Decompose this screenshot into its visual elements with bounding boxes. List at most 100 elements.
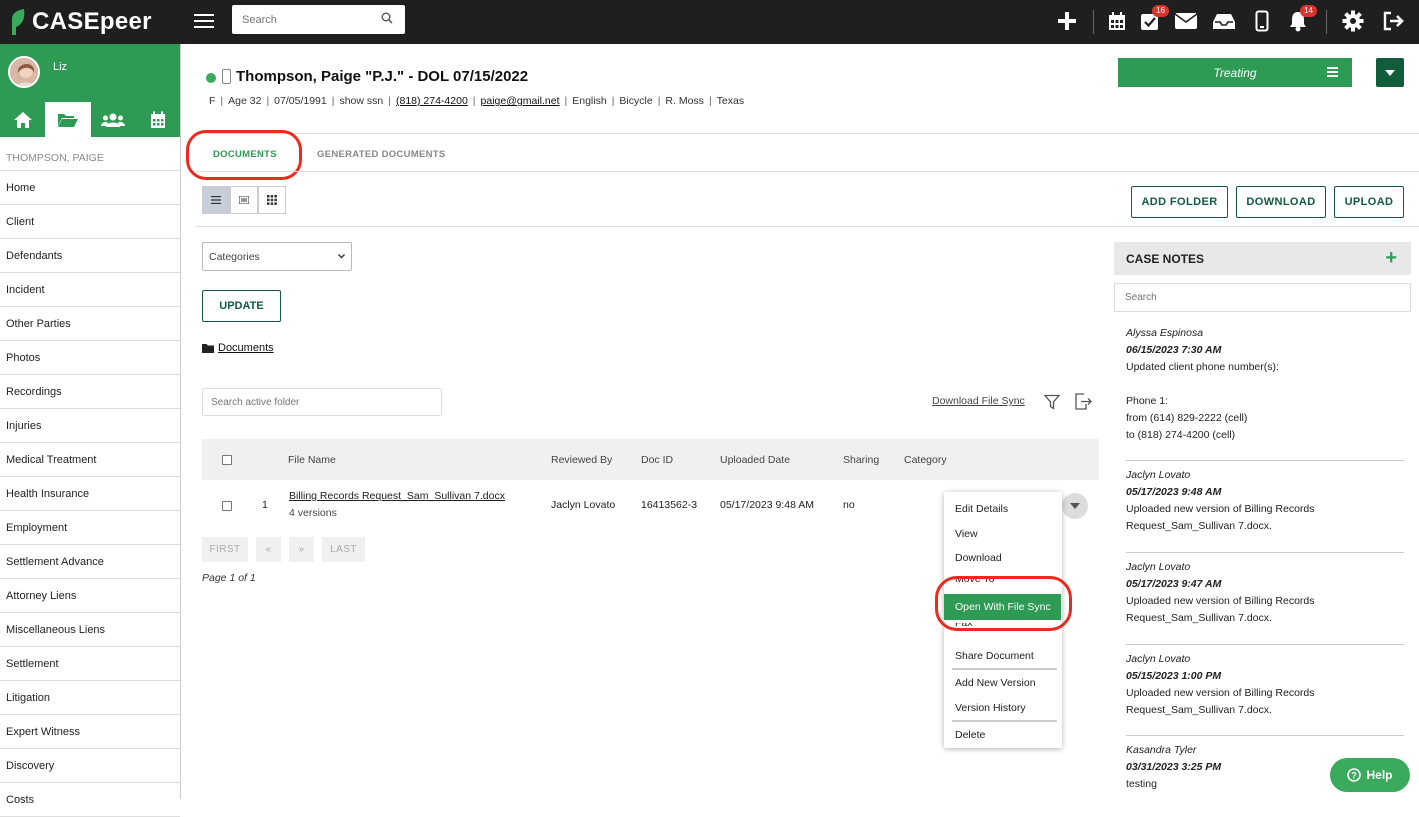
select-all-checkbox[interactable] (222, 455, 232, 465)
upload-button[interactable]: UPLOAD (1334, 186, 1404, 218)
global-search-input[interactable] (232, 5, 405, 34)
mail-icon[interactable] (1173, 8, 1199, 34)
user-name: Liz (53, 61, 68, 73)
sidebar-item-costs[interactable]: Costs (0, 783, 180, 817)
show-ssn-link[interactable]: show ssn (339, 95, 383, 107)
sidebar-tab-home[interactable] (0, 102, 45, 137)
sidebar-item-injuries[interactable]: Injuries (0, 409, 180, 443)
sidebar-item-employment[interactable]: Employment (0, 511, 180, 545)
sidebar-item-attorney-liens[interactable]: Attorney Liens (0, 579, 180, 613)
mobile-phone-icon[interactable] (1249, 8, 1275, 34)
column-header-doc-id[interactable]: Doc ID (641, 454, 673, 466)
menu-hamburger-icon[interactable] (194, 11, 214, 31)
menu-item-download[interactable]: Download (955, 552, 1002, 564)
note-text-line: Updated client phone number(s): (1126, 361, 1279, 373)
prev-page-button[interactable]: « (256, 537, 281, 562)
categories-select[interactable]: Categories (202, 242, 352, 271)
note-author: Jaclyn Lovato (1126, 653, 1191, 665)
case-notes-header: CASE NOTES + (1114, 242, 1411, 275)
tab-generated-documents[interactable]: GENERATED DOCUMENTS (317, 149, 446, 160)
note-date: 05/17/2023 9:47 AM (1126, 578, 1222, 590)
sidebar-item-recordings[interactable]: Recordings (0, 375, 180, 409)
logo-text: CASEpeer (32, 8, 152, 35)
divider (196, 133, 1419, 134)
logout-icon[interactable] (1381, 8, 1407, 34)
last-page-button[interactable]: LAST (322, 537, 365, 562)
add-icon[interactable] (1054, 8, 1080, 34)
next-page-button[interactable]: » (289, 537, 314, 562)
sidebar-item-home[interactable]: Home (0, 171, 180, 205)
sidebar-item-health-insurance[interactable]: Health Insurance (0, 477, 180, 511)
export-icon[interactable] (1074, 393, 1092, 410)
notes-search-input[interactable] (1114, 283, 1411, 312)
detail-view-button[interactable] (230, 186, 258, 214)
menu-item-view[interactable]: View (955, 528, 978, 540)
sidebar-item-incident[interactable]: Incident (0, 273, 180, 307)
case-status-label: Treating (1213, 65, 1257, 80)
meta-separator: | (657, 95, 661, 107)
note-author: Alyssa Espinosa (1126, 327, 1204, 339)
menu-item-delete[interactable]: Delete (955, 729, 985, 741)
avatar[interactable] (8, 56, 40, 88)
column-header-sharing[interactable]: Sharing (843, 454, 879, 466)
sidebar-item-expert-witness[interactable]: Expert Witness (0, 715, 180, 749)
first-page-button[interactable]: FIRST (202, 537, 248, 562)
update-button[interactable]: UPDATE (202, 290, 281, 322)
column-header-uploaded-date[interactable]: Uploaded Date (720, 454, 790, 466)
menu-item-edit-details[interactable]: Edit Details (955, 503, 1008, 515)
row-checkbox[interactable] (222, 501, 232, 511)
divider (196, 226, 1419, 227)
sidebar-item-photos[interactable]: Photos (0, 341, 180, 375)
download-button[interactable]: DOWNLOAD (1236, 186, 1326, 218)
menu-item-share-document[interactable]: Share Document (955, 650, 1034, 662)
menu-item-add-new-version[interactable]: Add New Version (955, 677, 1036, 689)
note-text-line: to (818) 274-4200 (cell) (1126, 429, 1236, 441)
sidebar-item-miscellaneous-liens[interactable]: Miscellaneous Liens (0, 613, 180, 647)
file-name-link[interactable]: Billing Records Request_Sam_Sullivan 7.d… (289, 490, 505, 502)
tasks-icon[interactable]: 16 (1137, 5, 1169, 34)
meta-phone-link[interactable]: (818) 274-4200 (396, 95, 468, 107)
menu-divider (952, 720, 1057, 722)
filter-icon[interactable] (1044, 394, 1060, 410)
add-folder-button[interactable]: ADD FOLDER (1131, 186, 1228, 218)
search-icon[interactable] (381, 12, 393, 24)
notifications-bell-icon[interactable]: 14 (1285, 5, 1317, 34)
meta-email-link[interactable]: paige@gmail.net (481, 95, 560, 107)
sidebar-tab-calendar[interactable] (136, 102, 181, 137)
case-status-button[interactable]: Treating (1118, 58, 1352, 87)
sidebar-item-medical-treatment[interactable]: Medical Treatment (0, 443, 180, 477)
settings-gear-icon[interactable] (1340, 8, 1366, 34)
inbox-icon[interactable] (1211, 8, 1237, 34)
download-file-sync-link[interactable]: Download File Sync (932, 395, 1025, 407)
sidebar-tab-documents[interactable] (45, 102, 91, 137)
sidebar-item-litigation[interactable]: Litigation (0, 681, 180, 715)
chevron-down-icon (338, 254, 345, 259)
list-view-button[interactable] (202, 186, 230, 214)
sidebar-tab-contacts[interactable] (91, 102, 136, 137)
folder-search-input[interactable] (202, 388, 442, 416)
column-header-file-name[interactable]: File Name (288, 454, 336, 466)
sidebar-item-other-parties[interactable]: Other Parties (0, 307, 180, 341)
row-actions-dropdown[interactable] (1062, 493, 1088, 519)
column-header-reviewed-by[interactable]: Reviewed By (551, 454, 612, 466)
note-text-line: Request_Sam_Sullivan 7.docx. (1126, 704, 1272, 716)
sidebar-item-settlement-advance[interactable]: Settlement Advance (0, 545, 180, 579)
column-header-category[interactable]: Category (904, 454, 947, 466)
menu-lines-icon (1327, 67, 1338, 79)
case-dropdown-button[interactable] (1376, 58, 1404, 87)
sidebar-item-client[interactable]: Client (0, 205, 180, 239)
detail-list-icon (239, 196, 249, 204)
breadcrumb-documents-link[interactable]: Documents (218, 342, 274, 354)
meta-state: Texas (716, 95, 745, 107)
add-note-plus-icon[interactable]: + (1385, 247, 1397, 270)
caret-down-icon (1070, 503, 1080, 509)
help-button[interactable]: ? Help (1330, 758, 1410, 792)
sidebar-item-settlement[interactable]: Settlement (0, 647, 180, 681)
casepeer-logo[interactable]: CASEpeer (8, 6, 152, 38)
sidebar-item-defendants[interactable]: Defendants (0, 239, 180, 273)
calendar-icon[interactable] (1104, 8, 1130, 34)
grid-view-button[interactable] (258, 186, 286, 214)
note-date: 05/17/2023 9:48 AM (1126, 486, 1222, 498)
menu-item-version-history[interactable]: Version History (955, 702, 1026, 714)
sidebar-item-discovery[interactable]: Discovery (0, 749, 180, 783)
